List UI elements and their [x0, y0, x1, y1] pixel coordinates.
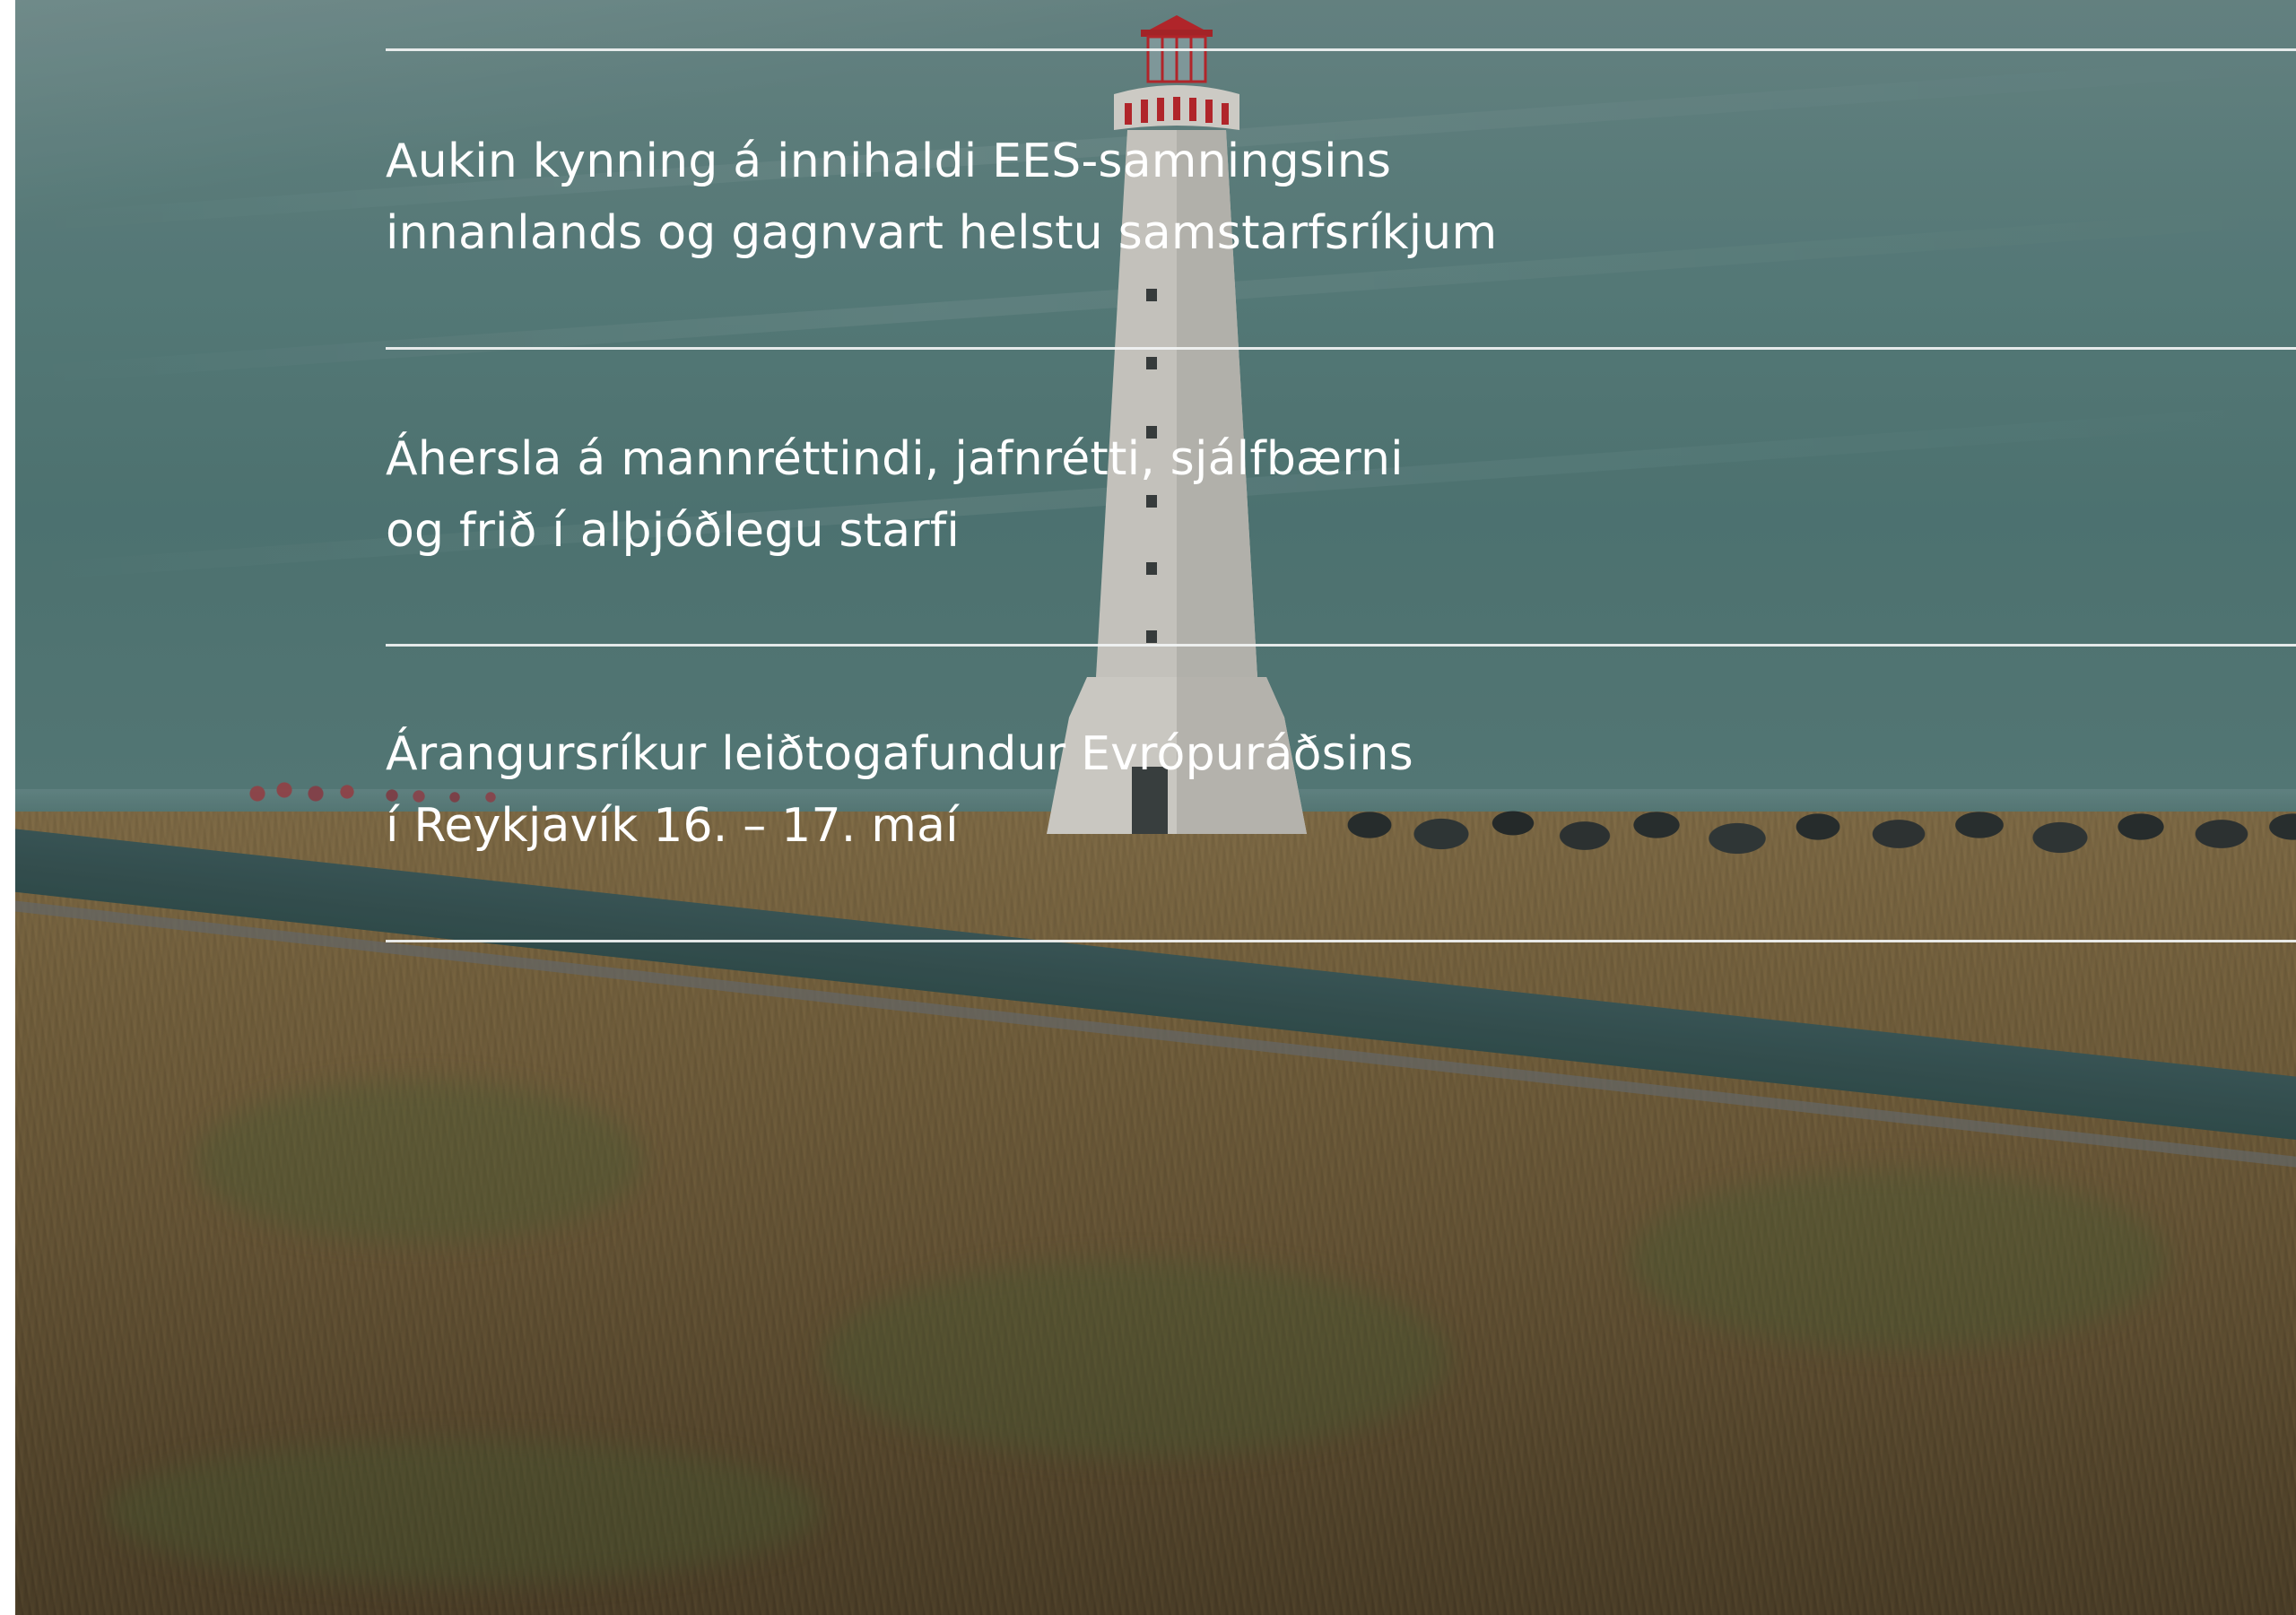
- divider-line: [386, 940, 2296, 942]
- page: Aukin kynning á innihaldi EES-samningsin…: [15, 0, 2296, 1615]
- priority-item-2-line1: Áhersla á mannréttindi, jafnrétti, sjálf…: [386, 432, 1404, 486]
- divider-line: [386, 48, 2296, 51]
- priority-item-2: Áhersla á mannréttindi, jafnrétti, sjálf…: [386, 423, 1641, 567]
- divider-line: [386, 347, 2296, 350]
- divider-line: [386, 644, 2296, 647]
- priority-item-3: Árangursríkur leiðtogafundur Evrópuráðsi…: [386, 718, 1641, 862]
- priority-item-2-line2: og frið í alþjóðlegu starfi: [386, 504, 961, 558]
- priority-item-1-line2: innanlands og gagnvart helstu samstarfsr…: [386, 206, 1498, 260]
- priority-item-1-line1: Aukin kynning á innihaldi EES-samningsin…: [386, 135, 1392, 188]
- priority-item-3-line1: Árangursríkur leiðtogafundur Evrópuráðsi…: [386, 727, 1413, 781]
- priority-item-3-line2: í Reykjavík 16. – 17. maí: [386, 799, 959, 853]
- priority-item-1: Aukin kynning á innihaldi EES-samningsin…: [386, 126, 1641, 269]
